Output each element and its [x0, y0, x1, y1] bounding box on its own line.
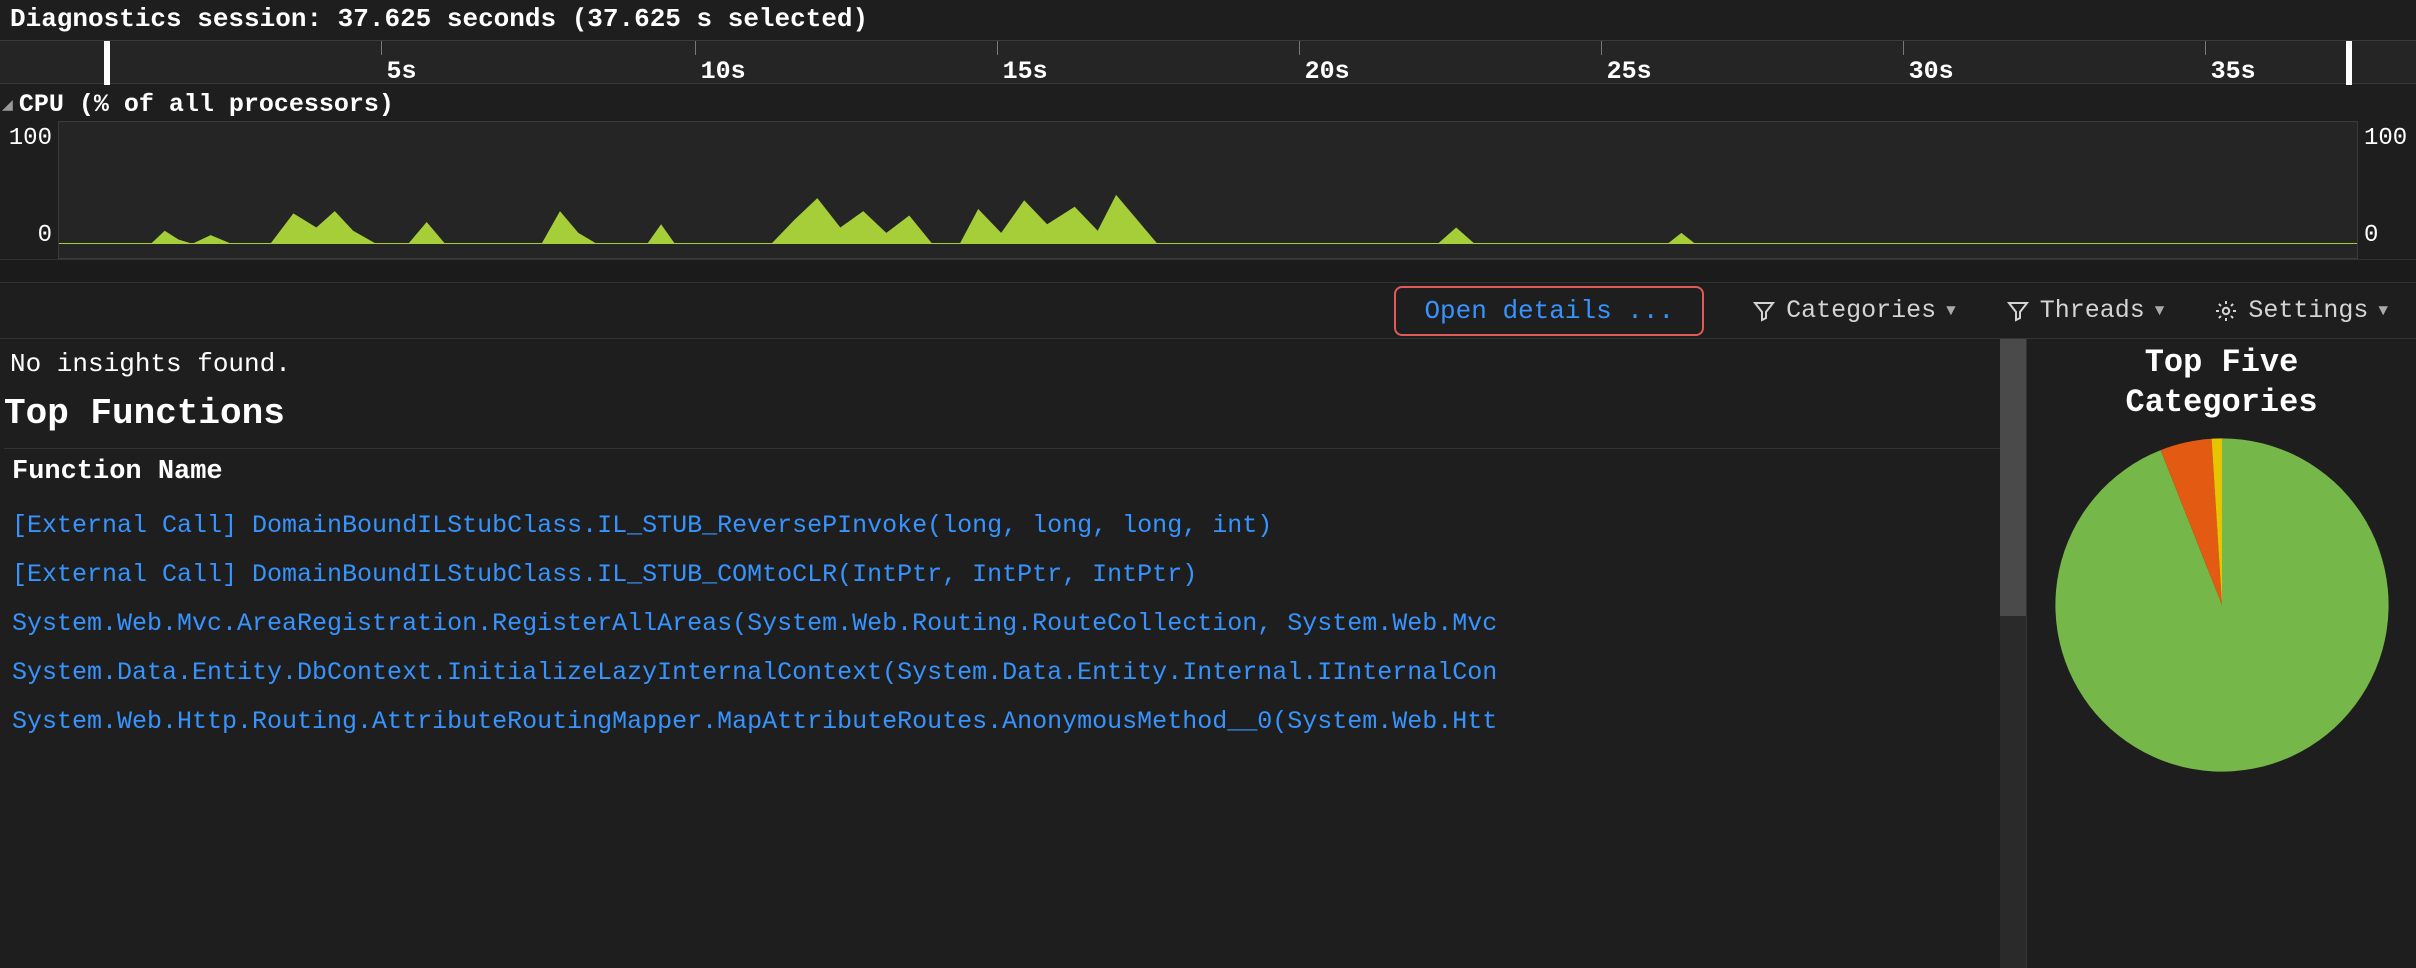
main-content: No insights found. Top Functions Functio…: [0, 339, 2416, 968]
funnel-icon: [1752, 299, 1776, 323]
pie-title-line1: Top Five: [2145, 344, 2299, 381]
swimlane-divider: [0, 259, 2416, 283]
cpu-graph-row: 100 0 100 0: [0, 119, 2416, 259]
function-row[interactable]: System.Web.Mvc.AreaRegistration.Register…: [4, 599, 1996, 648]
top-five-categories-panel: Top Five Categories: [2026, 339, 2416, 968]
pie-chart-title: Top Five Categories: [2115, 341, 2327, 433]
cpu-axis-left: 100 0: [0, 119, 56, 259]
pie-svg: [2052, 435, 2392, 775]
axis-max: 100: [4, 125, 52, 152]
timeline-tick: 5s: [387, 57, 417, 86]
categories-label: Categories: [1786, 296, 1936, 325]
axis-min: 0: [4, 222, 52, 249]
open-details-button[interactable]: Open details ...: [1394, 286, 1704, 336]
timeline-ruler[interactable]: 5s 10s 15s 20s 25s 30s 35s: [0, 40, 2416, 84]
range-end-marker[interactable]: [2346, 41, 2352, 85]
no-insights-message: No insights found.: [4, 345, 2026, 383]
timeline-tick: 30s: [1909, 57, 1954, 86]
pie-chart[interactable]: [2052, 435, 2392, 775]
top-functions-pane: No insights found. Top Functions Functio…: [0, 339, 2026, 968]
function-row[interactable]: [External Call] DomainBoundILStubClass.I…: [4, 501, 1996, 550]
toolbar: Open details ... Categories ▼ Threads ▼ …: [0, 283, 2416, 339]
cpu-section-title[interactable]: ◢ CPU (% of all processors): [0, 84, 2416, 119]
chevron-down-icon: ▼: [2155, 302, 2165, 320]
gear-icon: [2214, 299, 2238, 323]
cpu-spark-svg: [59, 135, 2357, 244]
chevron-down-icon: ▼: [2378, 302, 2388, 320]
timeline-tick: 25s: [1607, 57, 1652, 86]
top-functions-title: Top Functions: [4, 383, 2026, 448]
range-start-marker[interactable]: [104, 41, 110, 85]
settings-dropdown[interactable]: Settings ▼: [2204, 292, 2398, 329]
cpu-axis-right: 100 0: [2360, 119, 2416, 259]
timeline-tick: 20s: [1305, 57, 1350, 86]
axis-max-r: 100: [2364, 125, 2412, 152]
timeline-tick: 10s: [701, 57, 746, 86]
function-list: [External Call] DomainBoundILStubClass.I…: [4, 501, 2026, 746]
function-name-header[interactable]: Function Name: [4, 448, 2026, 501]
pie-title-line2: Categories: [2125, 384, 2317, 421]
timeline-tick: 15s: [1003, 57, 1048, 86]
function-row[interactable]: System.Web.Http.Routing.AttributeRouting…: [4, 697, 1996, 746]
cpu-baseline: [59, 243, 2357, 244]
cpu-title-text: CPU (% of all processors): [19, 90, 394, 119]
categories-dropdown[interactable]: Categories ▼: [1742, 292, 1966, 329]
threads-dropdown[interactable]: Threads ▼: [1996, 292, 2175, 329]
chevron-down-icon: ▼: [1946, 302, 1956, 320]
threads-label: Threads: [2040, 296, 2145, 325]
settings-label: Settings: [2248, 296, 2368, 325]
timeline-tick: 35s: [2211, 57, 2256, 86]
scrollbar-thumb[interactable]: [2000, 339, 2026, 616]
axis-min-r: 0: [2364, 222, 2412, 249]
session-header: Diagnostics session: 37.625 seconds (37.…: [0, 0, 2416, 40]
funnel-icon: [2006, 299, 2030, 323]
cpu-graph[interactable]: [58, 121, 2358, 259]
collapse-caret-icon: ◢: [2, 94, 13, 116]
function-row[interactable]: [External Call] DomainBoundILStubClass.I…: [4, 550, 1996, 599]
function-row[interactable]: System.Data.Entity.DbContext.InitializeL…: [4, 648, 1996, 697]
